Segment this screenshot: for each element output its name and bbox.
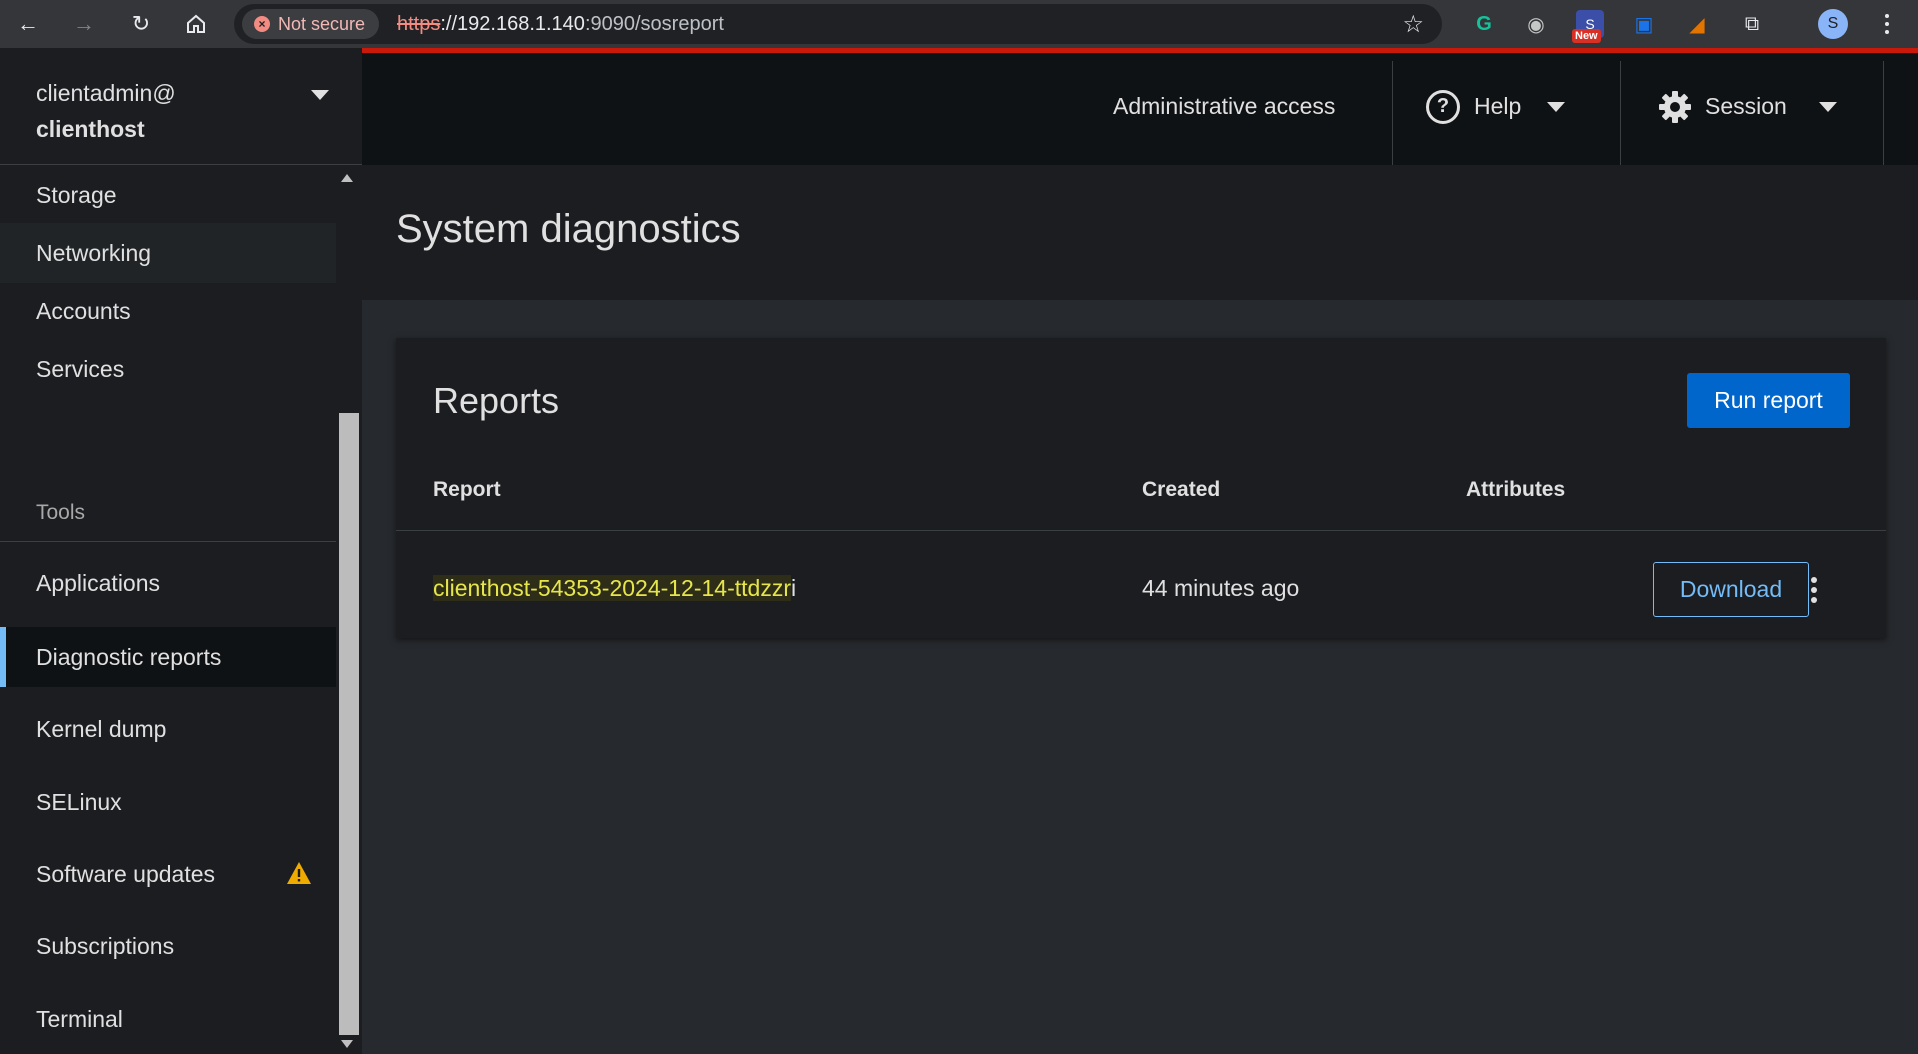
chevron-down-icon: [1818, 101, 1837, 112]
chevron-down-icon: [311, 90, 329, 100]
back-icon[interactable]: ←: [12, 8, 44, 40]
main-content: System diagnostics Reports Run report Re…: [362, 165, 1918, 1054]
sidebar-item-accounts[interactable]: Accounts: [0, 281, 336, 341]
new-badge: New: [1572, 29, 1601, 43]
chevron-down-icon: [1547, 101, 1566, 112]
report-name[interactable]: clienthost-54353-2024-12-14-ttdzzri: [433, 575, 796, 602]
not-secure-icon: ×: [254, 16, 270, 32]
sidebar-item-services[interactable]: Services: [0, 339, 336, 399]
sidebar-item-subscriptions[interactable]: Subscriptions: [0, 916, 336, 976]
dark-extension-icon[interactable]: ◢: [1683, 10, 1711, 38]
sidebar-item-applications[interactable]: Applications: [0, 553, 336, 613]
url-text[interactable]: https://192.168.1.140:9090/sosreport: [397, 13, 724, 36]
help-label: Help: [1474, 93, 1522, 119]
sidebar-nav: Storage Networking Accounts Services Too…: [0, 165, 336, 1054]
browser-toolbar: ← → ↻ × Not secure https://192.168.1.140…: [0, 0, 1918, 48]
column-header-created: Created: [1142, 478, 1221, 501]
page-title: System diagnostics: [396, 207, 741, 251]
column-header-report: Report: [433, 478, 501, 501]
reports-title: Reports: [433, 380, 560, 421]
extensions-puzzle-icon[interactable]: ⧉: [1738, 10, 1766, 38]
host-name: clienthost: [36, 116, 145, 142]
administrative-access-button[interactable]: Administrative access: [1113, 48, 1335, 165]
host-switcher[interactable]: clientadmin@ clienthost: [0, 48, 362, 165]
session-menu-button[interactable]: Session: [1657, 48, 1837, 165]
sidebar-item-networking[interactable]: Networking: [0, 223, 336, 283]
screen-capture-extension-icon[interactable]: ▣: [1630, 10, 1658, 38]
tools-divider: [0, 541, 336, 542]
run-report-button[interactable]: Run report: [1687, 373, 1850, 428]
bookmark-star-icon[interactable]: ☆: [1402, 10, 1424, 39]
grammarly-extension-icon[interactable]: G: [1470, 10, 1498, 38]
sidebar-item-storage[interactable]: Storage: [0, 165, 336, 225]
host-user: clientadmin@: [36, 80, 176, 106]
reports-card: Reports Run report Report Created Attrib…: [396, 338, 1886, 638]
help-menu-button[interactable]: ? Help: [1426, 48, 1566, 165]
browser-menu-icon[interactable]: [1877, 8, 1897, 40]
camera-extension-icon[interactable]: ◉: [1522, 10, 1550, 38]
tools-heading: Tools: [36, 501, 86, 524]
address-bar[interactable]: × Not secure https://192.168.1.140:9090/…: [234, 4, 1442, 44]
scroll-up-arrow-icon[interactable]: [341, 174, 353, 182]
page-header: System diagnostics: [362, 165, 1918, 300]
sidebar-item-kernel-dump[interactable]: Kernel dump: [0, 699, 336, 759]
download-button[interactable]: Download: [1653, 562, 1809, 617]
warning-icon: [287, 862, 311, 884]
scroll-down-arrow-icon[interactable]: [341, 1040, 353, 1048]
scrollbar-thumb[interactable]: [339, 413, 359, 1035]
masthead-divider: [1883, 61, 1884, 165]
forward-icon[interactable]: →: [68, 8, 100, 40]
masthead-divider: [1392, 61, 1393, 165]
session-label: Session: [1705, 93, 1787, 119]
security-indicator[interactable]: × Not secure: [242, 9, 380, 39]
sidebar-item-selinux[interactable]: SELinux: [0, 772, 336, 832]
table-divider: [396, 530, 1886, 531]
home-icon[interactable]: [180, 8, 212, 40]
sidebar-item-diagnostic-reports[interactable]: Diagnostic reports: [0, 627, 336, 687]
gear-icon: [1659, 90, 1691, 123]
report-created: 44 minutes ago: [1142, 575, 1300, 601]
administrative-access-label: Administrative access: [1113, 93, 1336, 119]
security-label: Not secure: [278, 13, 366, 34]
help-icon: ?: [1426, 89, 1460, 124]
masthead-divider: [1620, 61, 1621, 165]
reload-icon[interactable]: ↻: [125, 8, 157, 40]
profile-avatar[interactable]: S: [1818, 9, 1848, 39]
kebab-menu-icon[interactable]: [1804, 575, 1824, 605]
column-header-attributes: Attributes: [1466, 478, 1566, 501]
sidebar-item-terminal[interactable]: Terminal: [0, 989, 336, 1049]
